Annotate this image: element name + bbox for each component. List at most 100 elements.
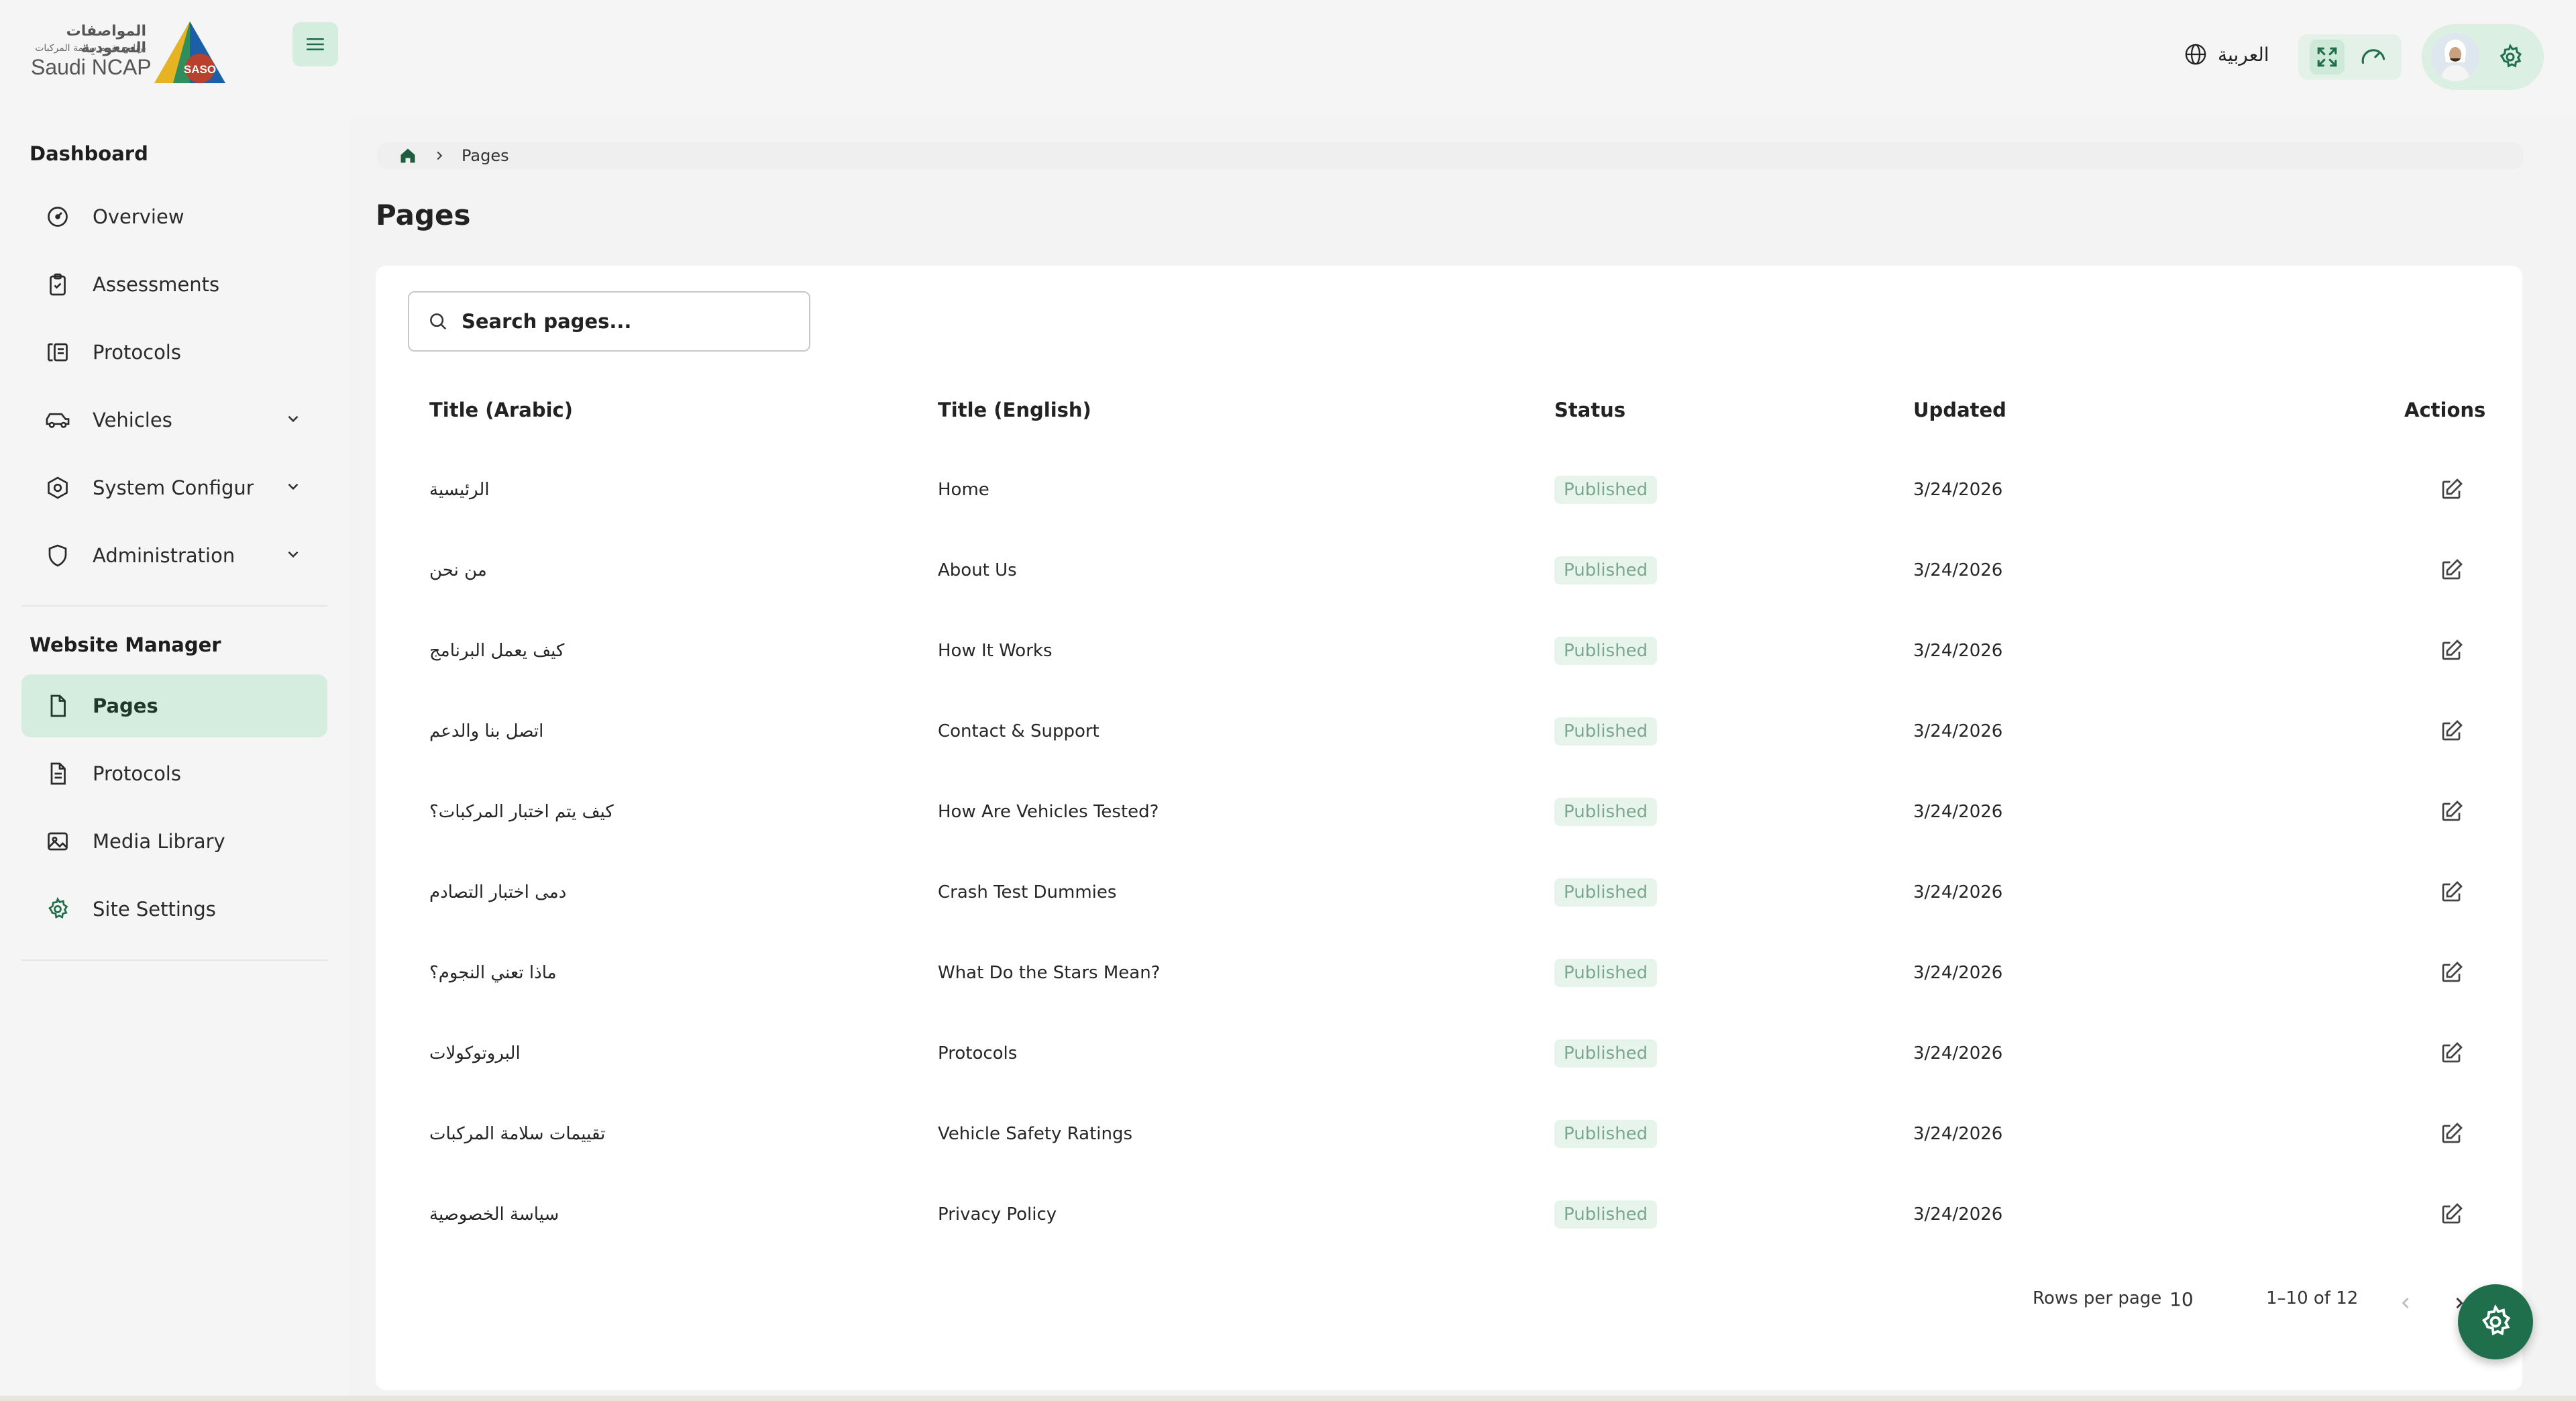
edit-icon[interactable]	[2439, 1202, 2463, 1227]
cell-title-english: Crash Test Dummies	[938, 882, 1117, 902]
table-row[interactable]: اتصل بنا والدعم Contact & Support Publis…	[408, 691, 2487, 772]
status-badge: Published	[1554, 1120, 1658, 1148]
status-badge: Published	[1554, 878, 1658, 906]
gear-icon	[2481, 1304, 2511, 1336]
menu-toggle-button[interactable]	[292, 22, 338, 66]
sidebar-divider	[21, 959, 327, 961]
sidebar-item-administration[interactable]: Administration	[21, 524, 327, 587]
sidebar-item-label: Media Library	[93, 830, 225, 853]
cell-title-english: Contact & Support	[938, 721, 1099, 741]
table-row[interactable]: دمى اختبار التصادم Crash Test Dummies Pu…	[408, 852, 2487, 933]
table-row[interactable]: سياسة الخصوصية Privacy Policy Published …	[408, 1174, 2487, 1255]
pagination-range: 1–10 of 12	[2266, 1288, 2359, 1308]
sidebar-item-site-settings[interactable]: Site Settings	[21, 878, 327, 941]
language-switcher[interactable]: العربية	[2184, 43, 2269, 66]
sidebar-item-label: Protocols	[93, 762, 181, 785]
status-badge: Published	[1554, 637, 1658, 665]
breadcrumb: Pages	[377, 142, 2524, 169]
status-badge: Published	[1554, 1200, 1658, 1229]
cell-title-english: Privacy Policy	[938, 1204, 1057, 1225]
cell-title-arabic: تقييمات سلامة المركبات	[429, 1124, 606, 1144]
status-badge: Published	[1554, 717, 1658, 745]
protocol-icon	[44, 339, 71, 366]
sidebar-item-label: Protocols	[93, 341, 181, 364]
cell-title-arabic: من نحن	[429, 560, 487, 580]
logo-badge-text: SASO	[184, 63, 216, 76]
cell-updated: 3/24/2026	[1913, 480, 2003, 500]
edit-icon[interactable]	[2439, 639, 2463, 663]
chevron-down-icon	[288, 415, 299, 423]
table-row[interactable]: كيف يتم اختبار المركبات؟ How Are Vehicle…	[408, 772, 2487, 852]
edit-icon[interactable]	[2439, 1041, 2463, 1066]
table-row[interactable]: ماذا تعني النجوم؟ What Do the Stars Mean…	[408, 933, 2487, 1013]
sidebar-item-assessments[interactable]: Assessments	[21, 253, 327, 316]
chevron-down-icon	[288, 483, 299, 490]
edit-icon[interactable]	[2439, 719, 2463, 743]
status-badge: Published	[1554, 798, 1658, 826]
cell-title-arabic: سياسة الخصوصية	[429, 1204, 559, 1225]
sidebar-item-media-library[interactable]: Media Library	[21, 810, 327, 873]
home-icon[interactable]	[398, 146, 417, 165]
sidebar-item-overview[interactable]: Overview	[21, 185, 327, 248]
table-row[interactable]: كيف يعمل البرنامج How It Works Published…	[408, 611, 2487, 691]
sidebar-item-label: Site Settings	[93, 898, 216, 921]
sidebar-item-label: Pages	[93, 694, 158, 717]
breadcrumb-current: Pages	[462, 146, 509, 165]
status-badge: Published	[1554, 959, 1658, 987]
settings-fab-button[interactable]	[2458, 1284, 2533, 1359]
saudi-ncap-logo[interactable]: المواصفات السعودية برنامج تقييم سلامة ال…	[30, 20, 225, 85]
search-box[interactable]	[408, 291, 810, 352]
cell-title-english: Home	[938, 480, 989, 500]
avatar[interactable]	[2431, 33, 2479, 81]
gauge-icon	[2361, 49, 2385, 64]
column-header-updated[interactable]: Updated	[1913, 399, 2006, 421]
sidebar-item-label: Overview	[93, 205, 184, 228]
sidebar-item-system-configuration[interactable]: System Configuration	[21, 456, 327, 519]
table-row[interactable]: البروتوكولات Protocols Published 3/24/20…	[408, 1013, 2487, 1094]
rows-per-page-label: Rows per page	[2033, 1288, 2162, 1308]
status-badge: Published	[1554, 476, 1658, 504]
cell-updated: 3/24/2026	[1913, 560, 2003, 580]
sidebar-item-label: System Configuration	[93, 476, 254, 499]
sidebar-item-vehicles[interactable]: Vehicles	[21, 388, 327, 452]
language-label: العربية	[2218, 43, 2269, 66]
edit-icon[interactable]	[2439, 800, 2463, 824]
cell-title-arabic: ماذا تعني النجوم؟	[429, 963, 557, 983]
rows-per-page-select[interactable]: 10	[2169, 1288, 2194, 1310]
search-input[interactable]	[462, 310, 797, 333]
edit-icon[interactable]	[2439, 961, 2463, 985]
edit-icon[interactable]	[2439, 558, 2463, 582]
column-header-title-arabic[interactable]: Title (Arabic)	[429, 399, 573, 421]
saso-triangle-icon: SASO	[154, 21, 225, 83]
sidebar-divider	[21, 605, 327, 607]
column-header-status[interactable]: Status	[1554, 399, 1625, 421]
cell-title-arabic: كيف يعمل البرنامج	[429, 641, 565, 661]
sidebar-item-website-protocols[interactable]: Protocols	[21, 742, 327, 805]
cell-updated: 3/24/2026	[1913, 963, 2003, 983]
image-icon	[44, 828, 71, 855]
logo-english-title: Saudi NCAP	[31, 55, 152, 79]
table-row[interactable]: الرئيسية Home Published 3/24/2026	[408, 450, 2487, 530]
cell-updated: 3/24/2026	[1913, 641, 2003, 661]
fullscreen-button[interactable]	[2309, 40, 2345, 74]
sidebar-item-label: Assessments	[93, 273, 220, 296]
table-row[interactable]: تقييمات سلامة المركبات Vehicle Safety Ra…	[408, 1094, 2487, 1174]
gauge-button[interactable]	[2356, 40, 2391, 74]
edit-icon[interactable]	[2439, 1122, 2463, 1146]
column-header-title-english[interactable]: Title (English)	[938, 399, 1091, 421]
table-row[interactable]: من نحن About Us Published 3/24/2026	[408, 530, 2487, 611]
cell-title-english: Protocols	[938, 1043, 1018, 1063]
bottom-edge	[0, 1396, 2576, 1401]
edit-icon[interactable]	[2439, 478, 2463, 502]
hexagon-settings-icon	[44, 474, 71, 501]
sidebar-item-pages[interactable]: Pages	[21, 674, 327, 737]
app-header: المواصفات السعودية برنامج تقييم سلامة ال…	[0, 0, 2576, 115]
chevron-left-icon[interactable]	[2396, 1294, 2415, 1312]
cell-updated: 3/24/2026	[1913, 1204, 2003, 1225]
gauge-icon	[44, 203, 71, 230]
cell-title-english: What Do the Stars Mean?	[938, 963, 1161, 983]
sidebar-item-protocols[interactable]: Protocols	[21, 321, 327, 384]
edit-icon[interactable]	[2439, 880, 2463, 904]
fullscreen-icon	[2317, 47, 2337, 67]
profile-menu[interactable]	[2422, 24, 2544, 90]
